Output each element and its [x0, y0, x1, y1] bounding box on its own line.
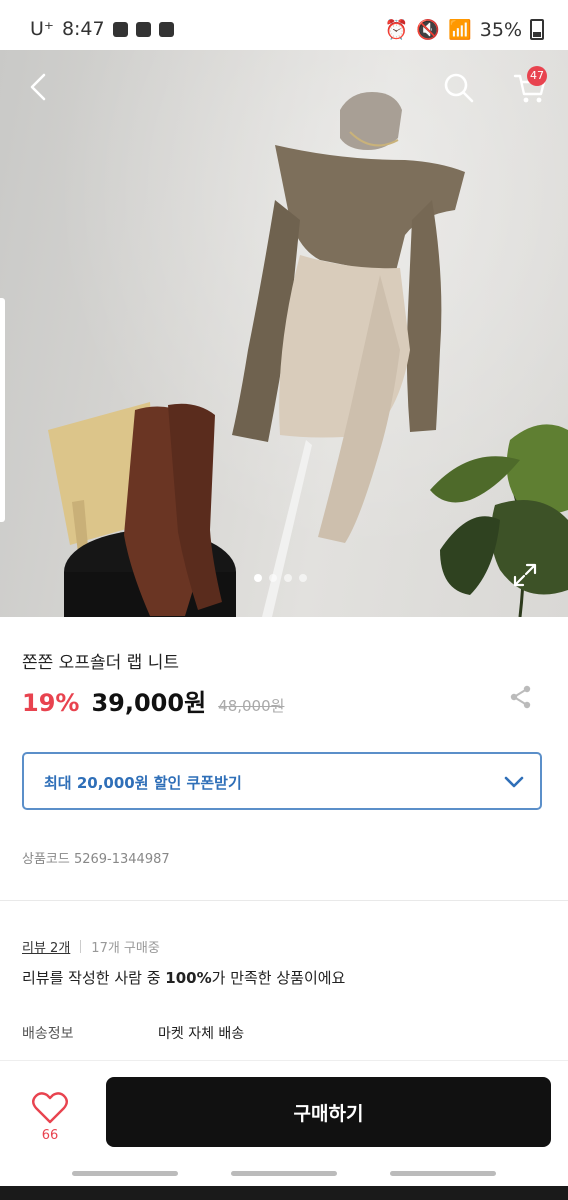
- original-price: 48,000원: [218, 697, 285, 715]
- battery-percent: 35%: [479, 18, 522, 41]
- cart-badge: 47: [527, 66, 547, 86]
- satisfaction-text: 리뷰를 작성한 사람 중 100%가 만족한 상품이에요: [22, 967, 345, 988]
- wifi-icon: 📶: [448, 19, 472, 41]
- back-button[interactable]: [22, 70, 56, 104]
- review-summary: 리뷰 2개 17개 구매중: [22, 937, 160, 956]
- section-divider: [0, 900, 568, 901]
- nav-handle-back[interactable]: [390, 1171, 496, 1176]
- status-left: U⁺ 8:47: [30, 18, 174, 40]
- satisfaction-prefix: 리뷰를 작성한 사람 중: [22, 969, 166, 987]
- expand-image-button[interactable]: [512, 562, 538, 588]
- satisfaction-suffix: 가 만족한 상품이에요: [211, 969, 346, 987]
- status-bar: U⁺ 8:47 ⏰ 🔇 📶 35%: [0, 0, 568, 50]
- system-bottom-edge: [0, 1186, 568, 1200]
- mute-icon: 🔇: [416, 19, 441, 41]
- notification-bag-icon: [112, 21, 128, 37]
- shipping-label: 배송정보: [22, 1026, 74, 1042]
- share-button[interactable]: [508, 684, 534, 710]
- share-icon: [510, 685, 531, 709]
- nav-handle-home[interactable]: [231, 1171, 337, 1176]
- gallery-dot[interactable]: [284, 574, 292, 582]
- expand-icon: [513, 563, 537, 587]
- gallery-dot[interactable]: [269, 574, 277, 582]
- alarm-icon: ⏰: [384, 19, 409, 41]
- shipping-value: 마켓 자체 배송: [158, 1026, 245, 1042]
- battery-icon: [530, 19, 544, 40]
- like-button[interactable]: 66: [30, 1090, 70, 1150]
- coupon-button[interactable]: 최대 20,000원 할인 쿠폰받기: [22, 752, 542, 810]
- coupon-label: 최대 20,000원 할인 쿠폰받기: [44, 774, 242, 792]
- heart-icon: [32, 1092, 68, 1124]
- nav-handle-recent[interactable]: [72, 1171, 178, 1176]
- carrier-label: U⁺: [30, 18, 54, 40]
- gallery-dot[interactable]: [254, 574, 262, 582]
- plant-leaf-4: [440, 516, 500, 595]
- discount-rate: 19%: [22, 689, 80, 717]
- status-right: ⏰ 🔇 📶 35%: [385, 18, 544, 41]
- price-row: 19% 39,000원 48,000원: [22, 683, 284, 718]
- mannequin-neck: [340, 92, 402, 150]
- like-count: 66: [41, 1128, 59, 1143]
- buy-button[interactable]: 구매하기: [106, 1077, 551, 1147]
- chevron-down-icon: [504, 776, 524, 788]
- purchase-count: 17개 구매중: [91, 941, 160, 956]
- product-image[interactable]: 47: [0, 50, 568, 617]
- review-link[interactable]: 리뷰 2개: [22, 937, 70, 956]
- search-button[interactable]: [441, 70, 477, 106]
- plant-leaf-3: [430, 456, 520, 503]
- gallery-pagination: [254, 574, 307, 582]
- clock: 8:47: [61, 18, 105, 40]
- chevron-left-icon: [30, 73, 46, 101]
- notification-analytics-icon: [158, 21, 174, 37]
- search-icon: [444, 73, 474, 103]
- satisfaction-percent: 100%: [165, 969, 212, 987]
- right-sleeve: [406, 200, 442, 432]
- notification-bag-icon-2: [135, 21, 151, 37]
- gallery-dot[interactable]: [299, 574, 307, 582]
- sale-price: 39,000원: [91, 689, 207, 717]
- product-title: 쫀쫀 오프숄더 랩 니트: [22, 653, 179, 673]
- review-separator: [80, 940, 82, 953]
- product-code: 상품코드 5269-1344987: [22, 852, 170, 867]
- mannequin-stand: [262, 440, 312, 617]
- product-photo-illustration: [48, 92, 568, 617]
- edge-panel-handle[interactable]: [0, 298, 5, 522]
